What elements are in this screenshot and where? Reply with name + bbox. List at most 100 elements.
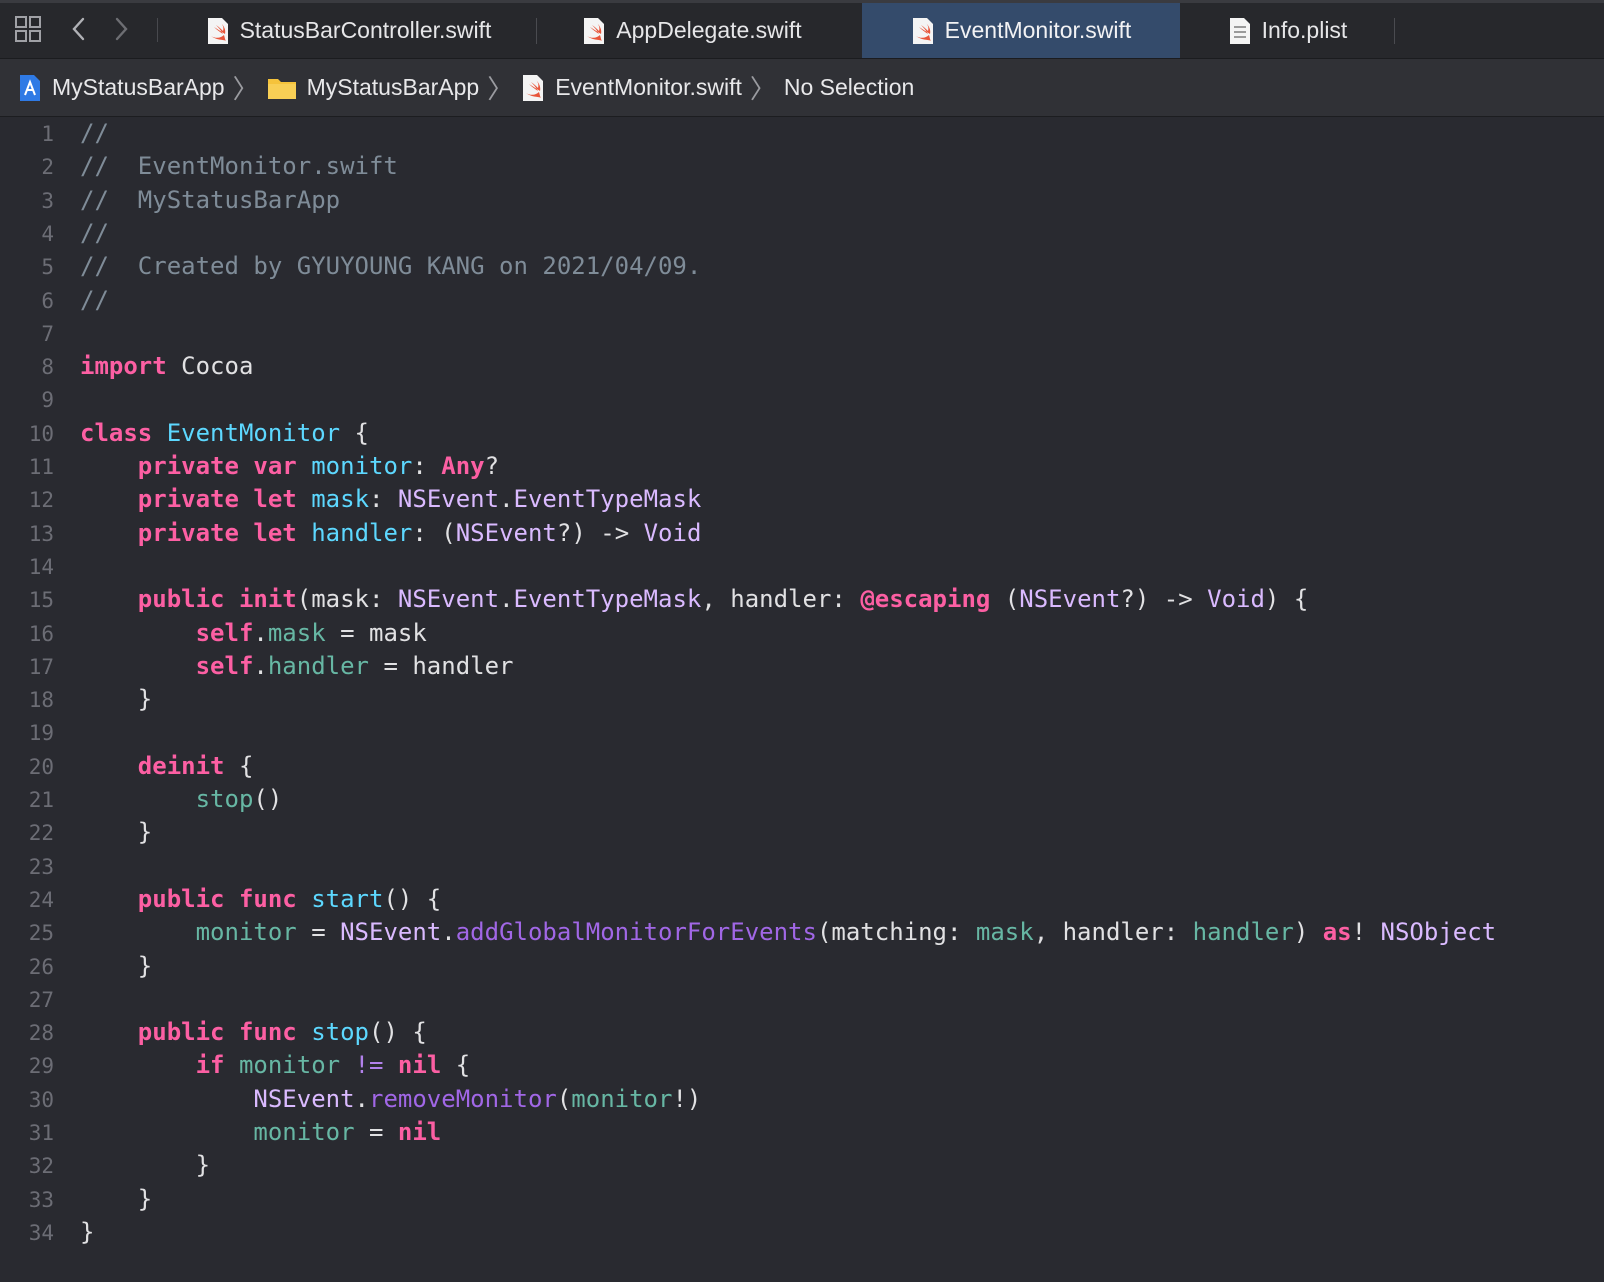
line-number[interactable]: 7 [0,322,54,346]
tab-bar-divider [157,18,158,42]
code-token: . [253,651,268,680]
code-line[interactable]: // Created by GYUYOUNG KANG on 2021/04/0… [80,252,701,280]
code-line[interactable]: if monitor != nil { [80,1051,471,1079]
code-token: EventTypeMask [513,485,702,514]
code-line[interactable]: } [80,1218,94,1246]
code-line[interactable]: class EventMonitor { [80,419,369,447]
line-number[interactable]: 8 [0,355,54,379]
code-token: private [137,485,239,514]
code-line[interactable]: import Cocoa [80,352,253,380]
line-number[interactable]: 16 [0,622,54,646]
line-number[interactable]: 34 [0,1221,54,1245]
line-number[interactable]: 18 [0,688,54,712]
back-chevron-icon[interactable] [64,14,94,44]
code-token: public [137,884,225,913]
breadcrumb-separator-icon: 〉 [749,74,776,104]
line-number[interactable]: 21 [0,788,54,812]
line-number[interactable]: 2 [0,155,54,179]
jump-bar: MyStatusBarApp 〉 MyStatusBarApp 〉 EventM… [0,59,1604,117]
line-number[interactable]: 26 [0,955,54,979]
line-number[interactable]: 24 [0,888,54,912]
code-line[interactable]: deinit { [80,752,254,780]
tab-appdelegate[interactable]: AppDelegate.swift [537,3,847,58]
line-number[interactable]: 9 [0,388,54,412]
line-number[interactable]: 20 [0,755,54,779]
code-token: = [296,918,341,947]
line-number[interactable]: 13 [0,522,54,546]
code-token: addGlobalMonitorForEvents [455,918,817,947]
code-line[interactable]: public init(mask: NSEvent.EventTypeMask,… [80,585,1308,613]
code-token: monitor [311,452,413,480]
line-number[interactable]: 30 [0,1088,54,1112]
code-line[interactable]: } [80,1185,152,1213]
code-token: = mask [325,618,427,647]
line-number[interactable]: 22 [0,821,54,845]
code-token: Void [643,518,702,547]
code-line[interactable]: // [80,219,109,247]
code-line[interactable]: } [80,1151,210,1179]
line-number[interactable]: 17 [0,655,54,679]
line-number[interactable]: 27 [0,988,54,1012]
line-number[interactable]: 10 [0,422,54,446]
line-number[interactable]: 11 [0,455,54,479]
line-number[interactable]: 6 [0,289,54,313]
code-line[interactable]: } [80,685,152,713]
breadcrumb-selection-label: No Selection [783,74,915,100]
code-line[interactable]: stop() [80,785,283,813]
tab-info-plist[interactable]: Info.plist [1180,3,1395,58]
code-line[interactable]: // EventMonitor.swift [80,152,398,180]
line-number[interactable]: 29 [0,1054,54,1078]
line-number[interactable]: 28 [0,1021,54,1045]
tab-statusbarcontroller[interactable]: StatusBarController.swift [160,3,537,58]
line-number[interactable]: 25 [0,921,54,945]
code-line[interactable]: // [80,286,109,314]
code-line[interactable]: // [80,119,109,147]
code-line[interactable]: } [80,818,152,846]
breadcrumb-folder[interactable]: MyStatusBarApp [267,74,479,101]
code-token: } [80,1184,153,1213]
code-line[interactable]: // MyStatusBarApp [80,186,340,214]
line-number[interactable]: 4 [0,222,54,246]
related-items-grid-icon[interactable] [13,14,43,44]
breadcrumb-selection[interactable]: No Selection [784,74,914,101]
code-line[interactable]: private let mask: NSEvent.EventTypeMask [80,485,702,514]
line-number[interactable]: 31 [0,1121,54,1145]
source-editor[interactable]: 1 // 2 // EventMonitor.swift 3 // MyStatusBar… [0,117,1604,1282]
code-token: func [238,1018,297,1047]
line-number[interactable]: 23 [0,855,54,879]
code-token: } [80,951,153,980]
forward-chevron-icon[interactable] [106,14,136,44]
line-number[interactable]: 12 [0,488,54,512]
line-number[interactable]: 14 [0,555,54,579]
code-token: ) { [1264,585,1309,614]
code-line[interactable]: private var monitor: Any? [80,452,499,480]
breadcrumb-file[interactable]: EventMonitor.swift [521,74,742,102]
code-token: import [80,352,167,381]
line-number[interactable]: 19 [0,721,54,745]
line-number[interactable]: 32 [0,1154,54,1178]
line-number[interactable]: 3 [0,189,54,213]
code-token: NSEvent [1019,585,1121,614]
code-token: NSEvent [455,518,557,547]
code-line[interactable]: monitor = NSEvent.addGlobalMonitorForEve… [80,918,1497,947]
line-number[interactable]: 33 [0,1188,54,1212]
tab-divider [1394,18,1395,44]
line-number[interactable]: 1 [0,122,54,146]
code-line[interactable]: self.mask = mask [80,619,427,647]
line-number[interactable]: 15 [0,588,54,612]
code-line[interactable]: public func start() { [80,885,441,913]
code-line[interactable]: public func stop() { [80,1018,427,1046]
line-number[interactable]: 5 [0,255,54,279]
code-token: } [80,685,153,714]
tab-eventmonitor[interactable]: EventMonitor.swift [862,3,1180,58]
code-line[interactable]: NSEvent.removeMonitor(monitor!) [80,1085,701,1113]
code-line[interactable]: monitor = nil [80,1118,441,1146]
code-line[interactable]: } [80,952,152,980]
breadcrumb-project[interactable]: MyStatusBarApp [18,74,225,102]
code-line[interactable]: private let handler: (NSEvent?) -> Void [80,518,702,547]
code-line[interactable]: self.handler = handler [80,652,514,680]
